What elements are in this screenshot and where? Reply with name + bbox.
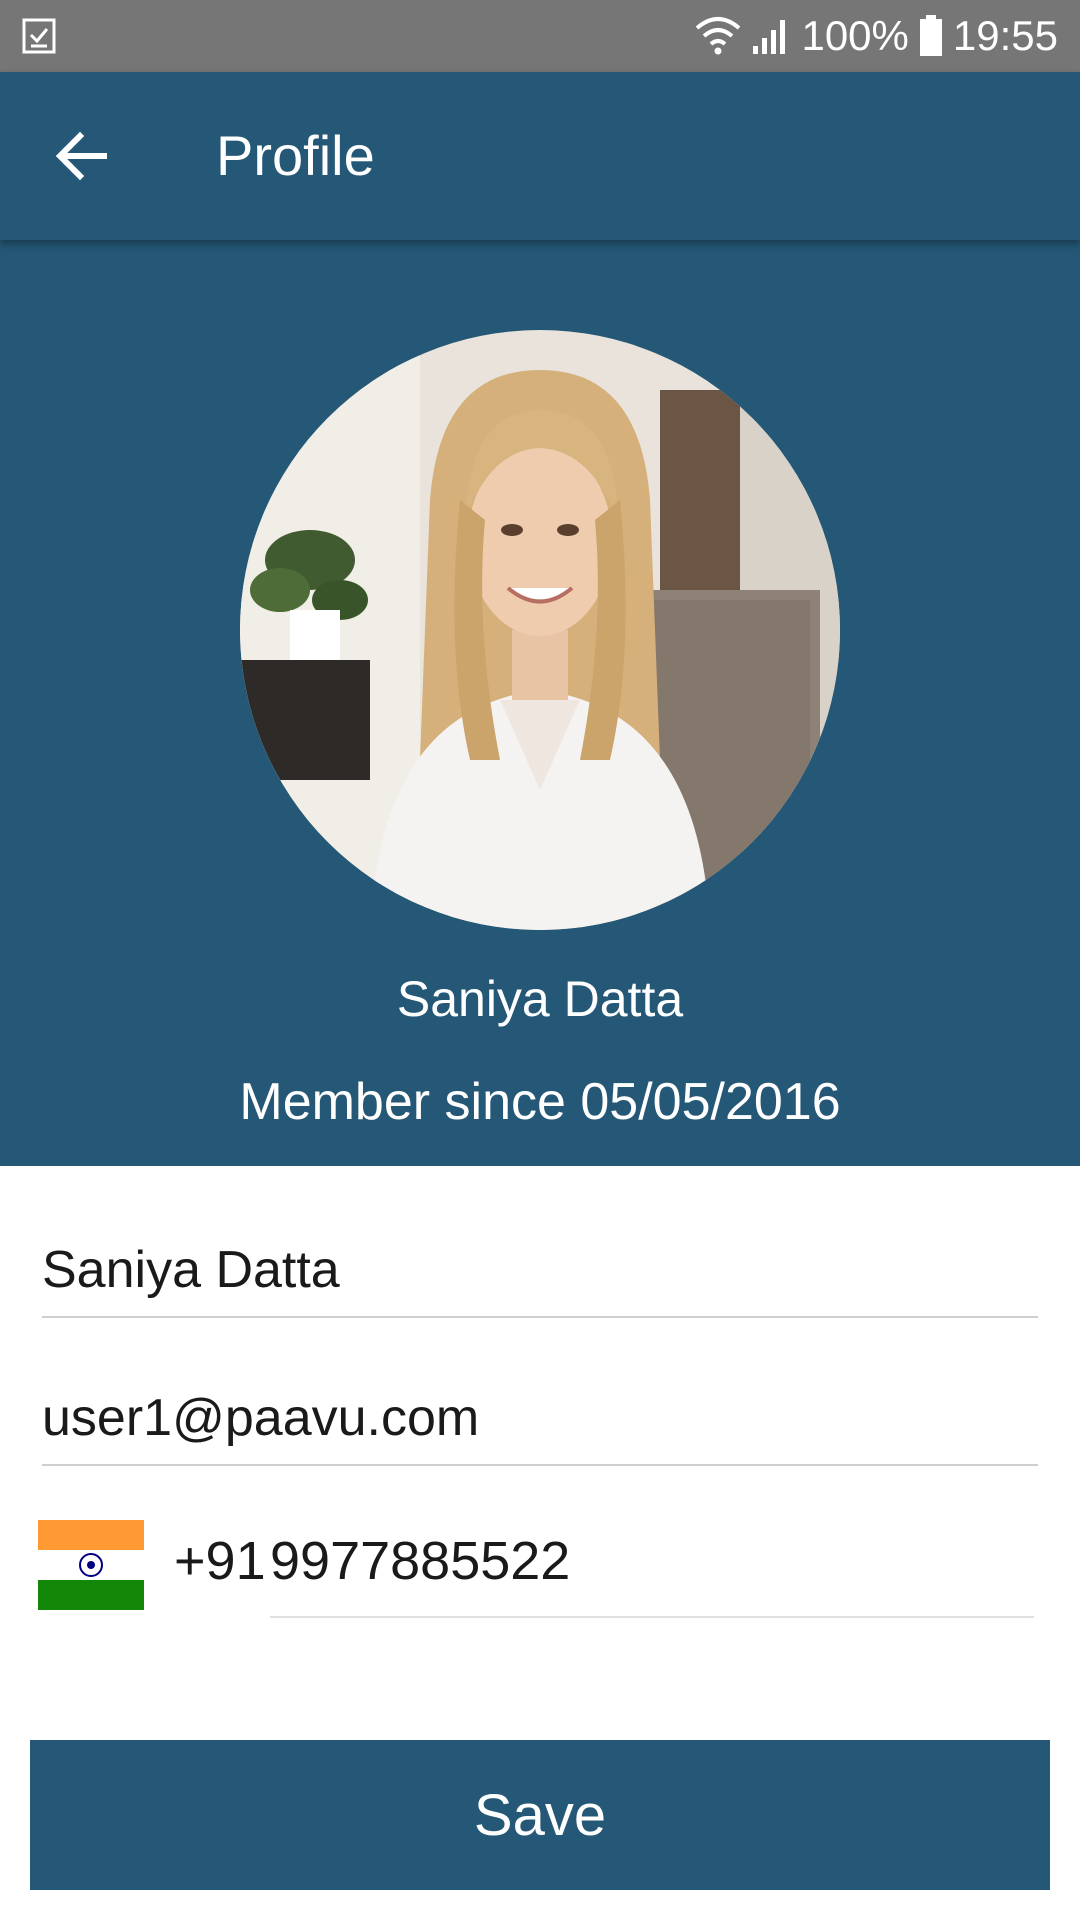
page-title: Profile [216,124,375,187]
battery-percent: 100% [801,12,909,59]
india-flag-icon[interactable] [38,1520,144,1610]
email-field-container [42,1388,1038,1466]
battery-icon [919,15,942,56]
country-code: +91 [174,1531,266,1591]
wifi-icon [696,17,741,55]
cell-signal-icon [753,20,786,54]
clock: 19:55 [952,12,1058,59]
save-button[interactable]: Save [30,1740,1050,1890]
name-field-container [42,1240,1038,1318]
profile-header: Saniya Datta Member since 05/05/2016 [0,240,1080,1166]
phone-input[interactable] [270,1530,1034,1592]
arrow-back-icon[interactable] [50,122,118,190]
status-bar: 100% 19:55 [0,0,1080,72]
task-check-icon [22,18,56,54]
email-input[interactable] [42,1388,1038,1448]
name-input[interactable] [42,1240,1038,1300]
status-right: 100% 19:55 [695,0,1058,72]
app-bar: Profile [0,72,1080,240]
avatar[interactable] [240,330,840,930]
display-name: Saniya Datta [396,971,684,1027]
member-since: Member since 05/05/2016 [239,1073,841,1131]
phone-field-container [270,1530,1034,1618]
